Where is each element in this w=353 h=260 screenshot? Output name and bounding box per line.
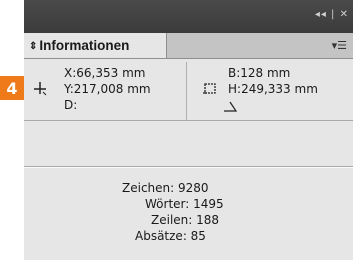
divider-line: [24, 120, 353, 121]
divider-highlight: [24, 167, 353, 168]
crosshair-icon: [34, 82, 47, 96]
tab-informationen[interactable]: ⇕ Informationen: [24, 33, 167, 58]
tab-label: Informationen: [39, 38, 130, 53]
d-value: D:: [64, 98, 78, 112]
panel-tabbar: ⇕ Informationen ▾☰: [24, 33, 353, 59]
absaetze-count: Absätze: 85: [135, 229, 206, 243]
tab-caret-icon: ⇕: [29, 41, 38, 52]
frame-size-icon: [203, 83, 216, 94]
angle-icon: [224, 101, 238, 112]
text-statistics: Zeichen: 9280 Wörter: 1495 Zeilen: 188 A…: [24, 180, 353, 244]
info-panel: ◂◂ | ✕ ⇕ Informationen ▾☰ X:66,353 mm Y:2…: [24, 0, 353, 260]
panel-titlebar: ◂◂ | ✕: [24, 0, 353, 34]
zeilen-count: Zeilen: 188: [151, 213, 220, 227]
width-value: B:128 mm: [228, 66, 291, 80]
x-value: X:66,353 mm: [64, 66, 146, 80]
step-badge: 4: [0, 76, 24, 100]
panel-menu-icon[interactable]: ▾☰: [332, 39, 347, 52]
zeichen-count: Zeichen: 9280: [122, 181, 209, 195]
height-value: H:249,333 mm: [228, 82, 318, 96]
section-divider: [186, 62, 187, 120]
panel-window-controls[interactable]: ◂◂ | ✕: [315, 9, 349, 20]
woerter-count: Wörter: 1495: [145, 197, 224, 211]
y-value: Y:217,008 mm: [64, 82, 151, 96]
